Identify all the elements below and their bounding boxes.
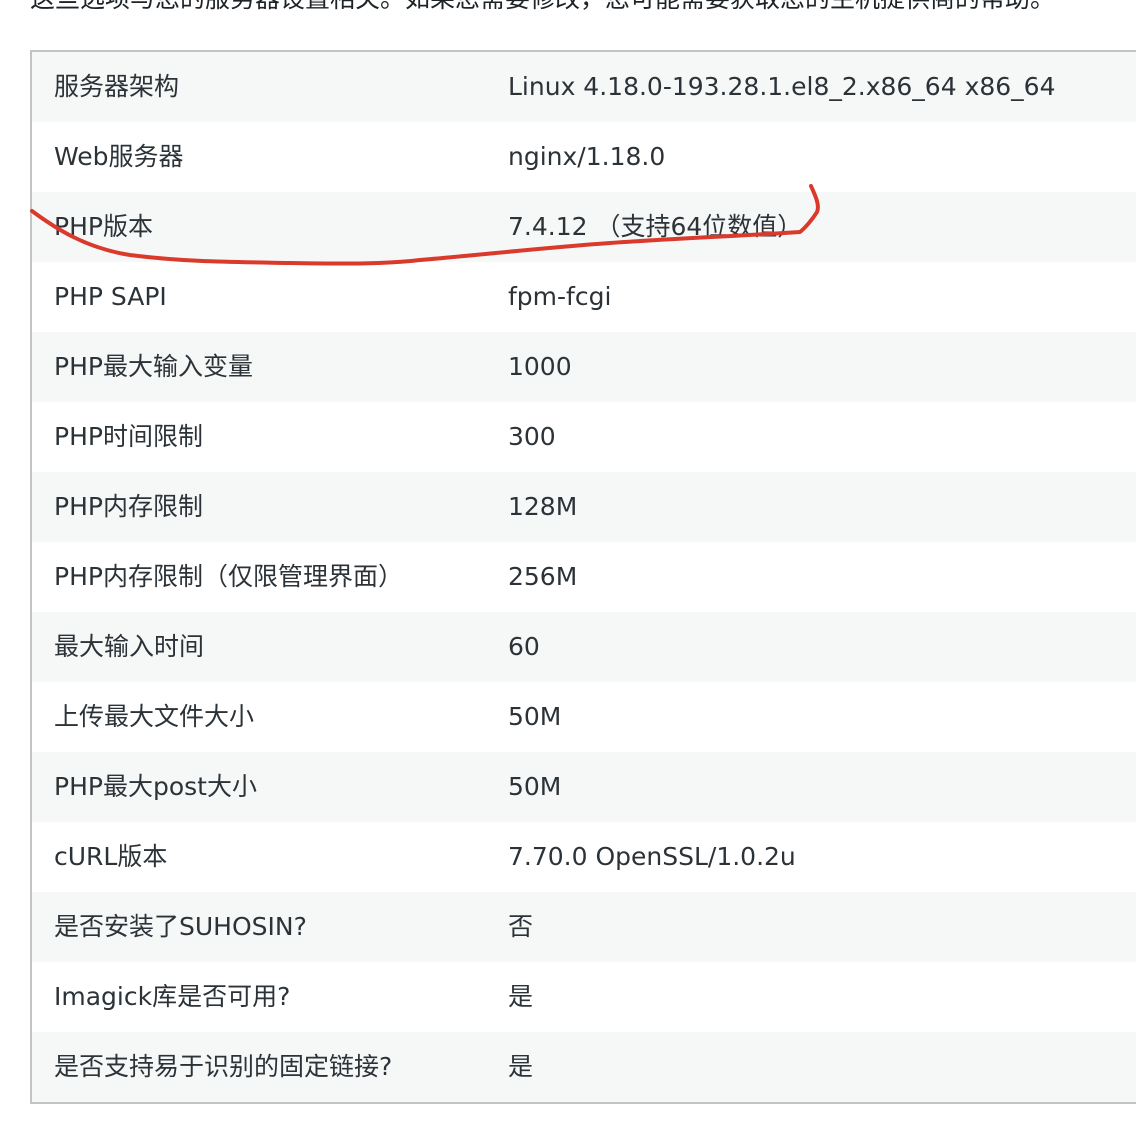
row-value: 是 (508, 982, 534, 1011)
row-value: 60 (508, 632, 540, 661)
row-value: 是 (508, 1052, 534, 1081)
row-label: PHP最大post大小 (54, 772, 257, 801)
row-label: PHP版本 (54, 212, 153, 241)
row-label: PHP内存限制（仅限管理界面） (54, 562, 403, 591)
row-label: PHP SAPI (54, 282, 167, 311)
row-label: PHP最大输入变量 (54, 352, 253, 381)
row-value: nginx/1.18.0 (508, 142, 666, 171)
row-value: 7.4.12 （支持64位数值） (508, 212, 803, 241)
row-value: fpm-fcgi (508, 282, 612, 311)
row-value: 7.70.0 OpenSSL/1.0.2u (508, 842, 796, 871)
row-label: 最大输入时间 (54, 632, 205, 661)
table-row: 是否安装了SUHOSIN? 否 (31, 892, 1136, 962)
row-label: Imagick库是否可用? (54, 982, 291, 1011)
row-value: 1000 (508, 352, 572, 381)
table-row: PHP内存限制（仅限管理界面） 256M (31, 542, 1136, 612)
table-row: PHP版本 7.4.12 （支持64位数值） (31, 192, 1136, 262)
table-row: Web服务器 nginx/1.18.0 (31, 122, 1136, 192)
table-row: Imagick库是否可用? 是 (31, 962, 1136, 1032)
row-value: 50M (508, 772, 562, 801)
table-row: 最大输入时间 60 (31, 612, 1136, 682)
row-label: 服务器架构 (54, 72, 180, 101)
row-label: Web服务器 (54, 142, 184, 171)
table-row: 上传最大文件大小 50M (31, 682, 1136, 752)
table-row: 是否支持易于识别的固定链接? 是 (31, 1032, 1136, 1103)
section-description: 这些选项与您的服务器设置相关。如果您需要修改，您可能需要获取您的主机提供商的帮助… (30, 0, 1055, 16)
row-label: PHP内存限制 (54, 492, 203, 521)
table-row: PHP最大post大小 50M (31, 752, 1136, 822)
row-label: 是否支持易于识别的固定链接? (54, 1052, 393, 1081)
table-row: 服务器架构 Linux 4.18.0-193.28.1.el8_2.x86_64… (31, 51, 1136, 122)
table-row: PHP内存限制 128M (31, 472, 1136, 542)
table-row: cURL版本 7.70.0 OpenSSL/1.0.2u (31, 822, 1136, 892)
row-label: PHP时间限制 (54, 422, 203, 451)
row-value: 50M (508, 702, 562, 731)
row-label: 上传最大文件大小 (54, 702, 255, 731)
row-value: 256M (508, 562, 578, 591)
row-label: cURL版本 (54, 842, 168, 871)
row-value: 300 (508, 422, 556, 451)
table-row: PHP最大输入变量 1000 (31, 332, 1136, 402)
row-value: Linux 4.18.0-193.28.1.el8_2.x86_64 x86_6… (508, 72, 1056, 101)
row-label: 是否安装了SUHOSIN? (54, 912, 307, 941)
server-info-table: 服务器架构 Linux 4.18.0-193.28.1.el8_2.x86_64… (30, 50, 1136, 1104)
table-row: PHP SAPI fpm-fcgi (31, 262, 1136, 332)
table-row: PHP时间限制 300 (31, 402, 1136, 472)
row-value: 否 (508, 912, 534, 941)
row-value: 128M (508, 492, 578, 521)
